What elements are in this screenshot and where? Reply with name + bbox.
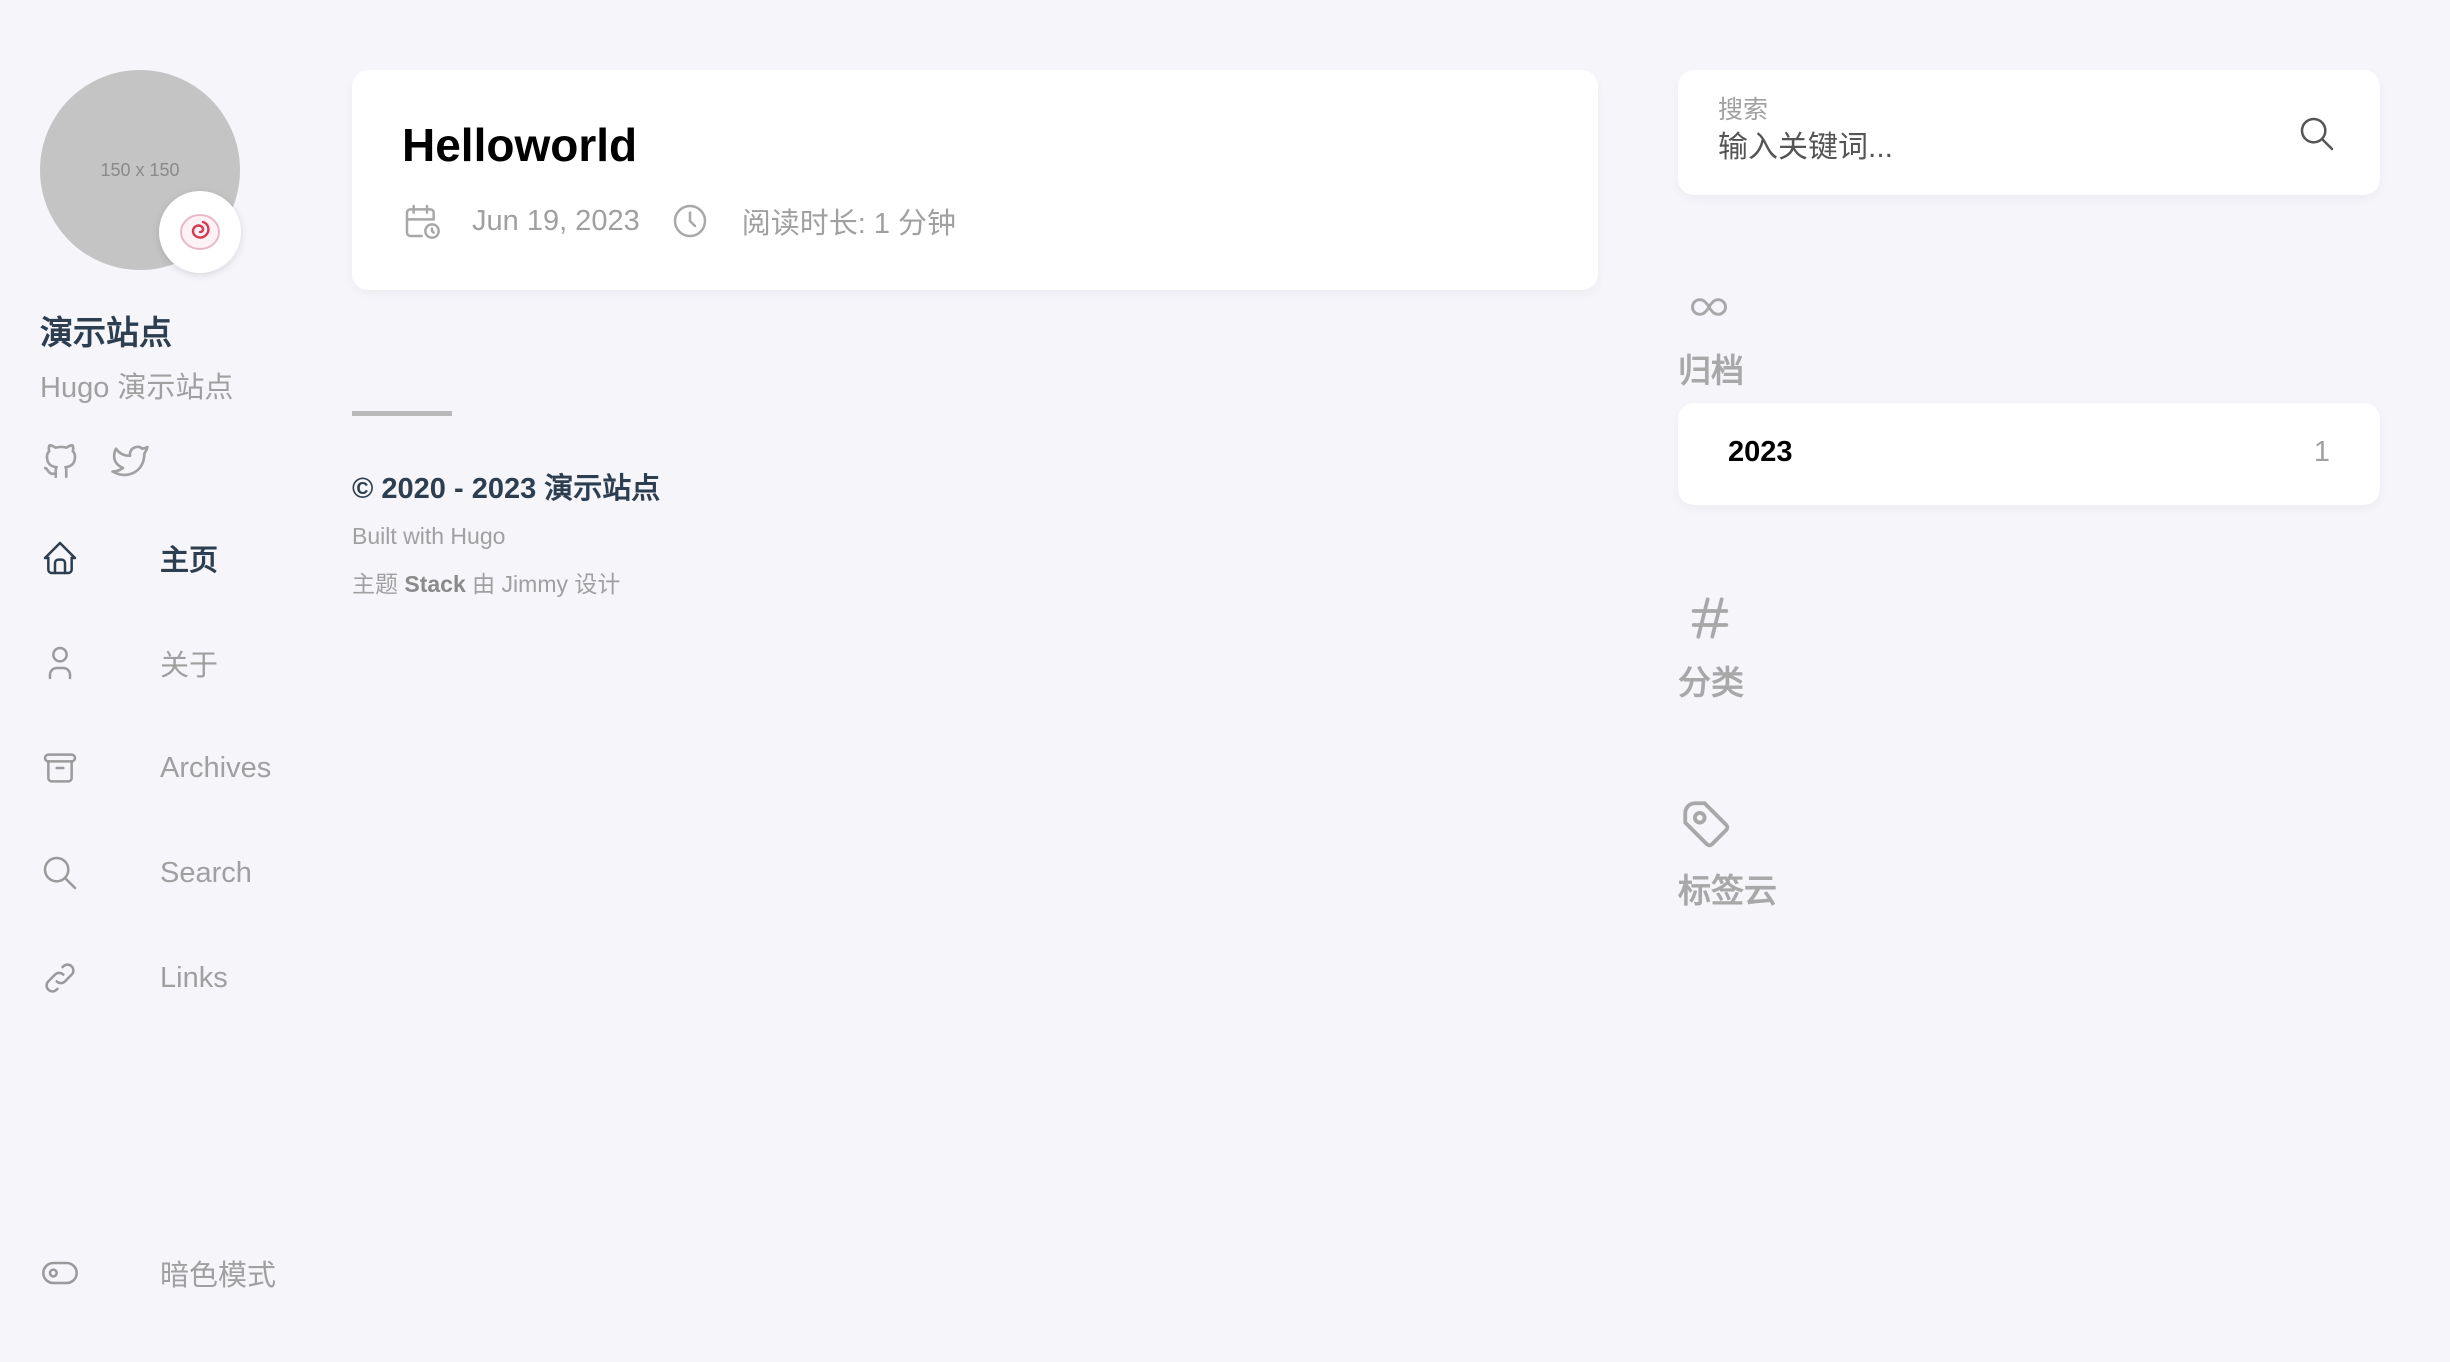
social-links: [40, 440, 152, 482]
site-name[interactable]: 演示站点: [40, 306, 172, 354]
search-button[interactable]: [2297, 112, 2341, 156]
menu-item-label: Links: [160, 961, 228, 994]
article-meta: Jun 19, 2023 阅读时长: 1 分钟: [402, 200, 956, 242]
infinity-icon: [1691, 298, 1727, 316]
dark-mode-label: 暗色模式: [160, 1260, 277, 1292]
site-description: Hugo 演示站点: [40, 372, 234, 404]
twitter-icon: [111, 445, 149, 477]
twitter-link[interactable]: [108, 440, 152, 482]
search-icon: [43, 856, 77, 890]
home-icon: [43, 541, 77, 575]
dark-mode-toggle[interactable]: 暗色模式: [40, 1248, 320, 1298]
article-date: Jun 19, 2023: [472, 204, 640, 237]
copyright: © 2020 - 2023 演示站点: [352, 473, 661, 505]
menu-item-label: Archives: [160, 751, 272, 784]
narutomaki-icon: [180, 214, 220, 250]
footer-divider: [352, 411, 452, 416]
archive-year: 2023: [1728, 436, 1793, 468]
hashtag-icon: [1691, 597, 1729, 639]
archive-year-item[interactable]: 2023 1: [1678, 403, 2380, 505]
theme-credit: 主题 Stack 由 Jimmy 设计: [352, 565, 620, 599]
github-icon: [43, 444, 77, 479]
menu-item-label: Search: [160, 856, 252, 889]
search-icon: [2300, 117, 2334, 151]
menu-item-archives[interactable]: Archives: [40, 743, 320, 793]
theme-prefix: 主题: [352, 571, 398, 597]
emoji-badge: [159, 191, 241, 273]
menu-item-links[interactable]: Links: [40, 953, 320, 1003]
link-icon: [45, 963, 75, 993]
article-title[interactable]: Helloworld: [402, 118, 637, 172]
article-card[interactable]: Helloworld Jun 19, 2023 阅读时长: 1 分钟: [352, 70, 1598, 290]
menu-item-search[interactable]: Search: [40, 848, 320, 898]
archive-count: 1: [2313, 436, 2330, 468]
menu-item-about[interactable]: 关于: [40, 638, 320, 688]
archives-title: 归档: [1678, 352, 1744, 389]
github-link[interactable]: [40, 440, 82, 482]
theme-name-link[interactable]: Stack: [404, 571, 465, 597]
menu-item-home[interactable]: 主页: [40, 533, 320, 583]
menu-item-label: 主页: [160, 545, 219, 577]
calendar-time-icon: [405, 204, 440, 239]
user-icon: [48, 646, 72, 680]
search-form: 搜索: [1678, 70, 2380, 195]
reading-time: 阅读时长: 1 分钟: [741, 208, 957, 240]
search-input[interactable]: [1718, 126, 2278, 170]
categories-title: 分类: [1678, 664, 1744, 701]
built-with-hugo[interactable]: Built with Hugo: [352, 523, 505, 550]
theme-suffix: 由 Jimmy 设计: [472, 571, 621, 597]
toggle-icon: [42, 1261, 78, 1285]
tag-icon: [1683, 801, 1730, 848]
search-label: 搜索: [1718, 96, 1769, 124]
tags-title: 标签云: [1678, 872, 1777, 909]
archive-icon: [43, 753, 77, 783]
clock-icon: [673, 204, 706, 238]
menu-item-label: 关于: [160, 650, 219, 682]
avatar-placeholder-text: 150 x 150: [100, 159, 180, 180]
